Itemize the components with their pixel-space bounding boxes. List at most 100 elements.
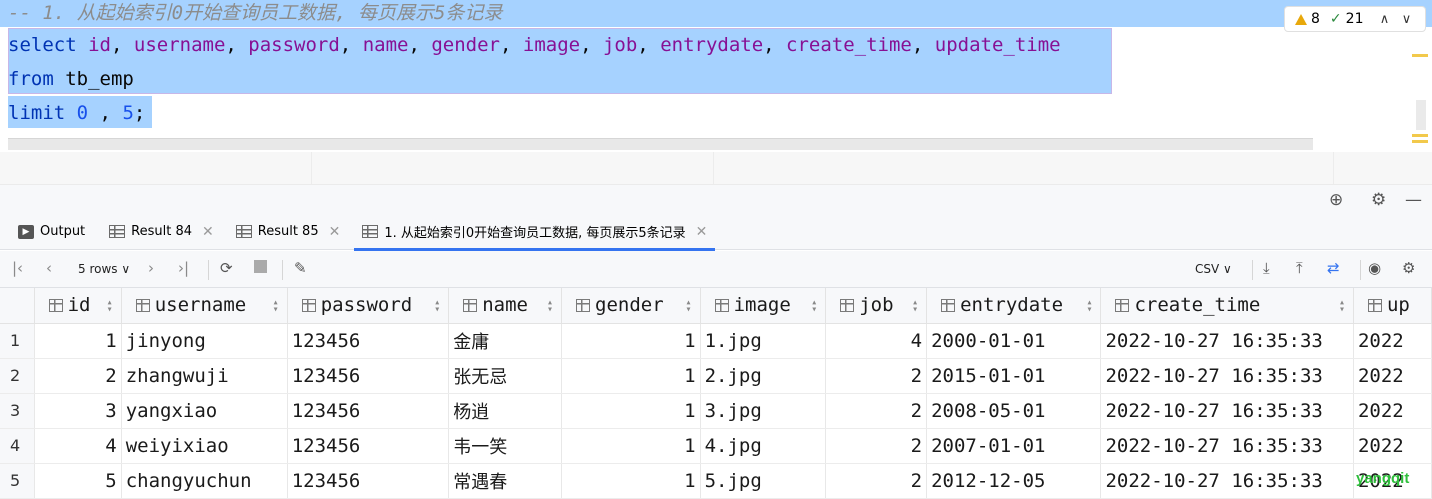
column-header[interactable]: id ▴ ▾: [34, 288, 122, 324]
table-row[interactable]: 5 5 changyuchun 123456 常遇春 1 5.jpg 2 2012-12-05 2…: [0, 463, 1432, 499]
compare-icon[interactable]: ⇄: [1327, 259, 1340, 277]
sql-editor[interactable]: -- 1. 从起始索引0开始查询员工数据, 每页展示5条记录 select id…: [0, 0, 1432, 152]
table-cell[interactable]: 1: [561, 428, 701, 464]
table-cell[interactable]: zhangwuji: [121, 358, 288, 394]
column-header[interactable]: entrydate ▴ ▾: [926, 288, 1102, 324]
vertical-scrollbar[interactable]: [1416, 100, 1426, 130]
table-cell[interactable]: 2022: [1353, 393, 1432, 429]
table-cell[interactable]: 2022-10-27 16:35:33: [1100, 393, 1354, 429]
table-row[interactable]: 1 1 jinyong 123456 金庸 1 1.jpg 4 2000-01-01 2022-1…: [0, 323, 1432, 359]
table-cell[interactable]: 4: [825, 323, 928, 359]
upload-icon[interactable]: ⤒: [1296, 259, 1303, 277]
table-cell[interactable]: 2000-01-01: [926, 323, 1102, 359]
table-cell[interactable]: 1: [561, 358, 701, 394]
table-cell[interactable]: 2.jpg: [700, 358, 827, 394]
sort-icon[interactable]: ▴ ▾: [547, 298, 553, 315]
sort-icon[interactable]: ▴ ▾: [434, 298, 440, 315]
table-cell[interactable]: 2: [825, 393, 928, 429]
next-problem-icon[interactable]: ∨: [1397, 12, 1415, 27]
table-cell[interactable]: 3: [34, 393, 122, 429]
table-row[interactable]: 3 3 yangxiao 123456 杨逍 1 3.jpg 2 2008-05-01 2022-…: [0, 393, 1432, 429]
table-row[interactable]: 2 2 zhangwuji 123456 张无忌 1 2.jpg 2 2015-01-01 202…: [0, 358, 1432, 394]
pin-icon[interactable]: ✎: [294, 259, 307, 277]
sql-limit-line[interactable]: limit 0 , 5;: [8, 101, 145, 125]
table-cell[interactable]: 2022-10-27 16:35:33: [1100, 428, 1354, 464]
table-cell[interactable]: yangxiao: [121, 393, 288, 429]
sort-icon[interactable]: ▴ ▾: [912, 298, 918, 315]
column-header[interactable]: username ▴ ▾: [121, 288, 288, 324]
close-icon[interactable]: ✕: [202, 224, 214, 240]
column-header[interactable]: password ▴ ▾: [287, 288, 450, 324]
table-cell[interactable]: 2007-01-01: [926, 428, 1102, 464]
table-cell[interactable]: 2022: [1353, 358, 1432, 394]
column-header[interactable]: gender ▴ ▾: [561, 288, 701, 324]
table-cell[interactable]: 2: [34, 358, 122, 394]
table-cell[interactable]: 5.jpg: [700, 463, 827, 499]
table-cell[interactable]: 4.jpg: [700, 428, 827, 464]
table-cell[interactable]: 4: [34, 428, 122, 464]
sort-icon[interactable]: ▴ ▾: [107, 298, 113, 315]
tab-output[interactable]: ▶ Output: [10, 214, 93, 250]
table-cell[interactable]: 2022: [1353, 428, 1432, 464]
column-header[interactable]: job ▴ ▾: [825, 288, 928, 324]
table-cell[interactable]: 123456: [287, 463, 450, 499]
previous-page-icon[interactable]: ‹: [46, 259, 52, 277]
inspection-widget[interactable]: 8 ✓ 21 ∧ ∨: [1284, 6, 1426, 32]
table-cell[interactable]: 2: [825, 428, 928, 464]
horizontal-scrollbar[interactable]: [8, 138, 1313, 150]
table-cell[interactable]: 1: [561, 323, 701, 359]
table-cell[interactable]: 1: [34, 323, 122, 359]
column-header[interactable]: create_time ▴ ▾: [1100, 288, 1354, 324]
sort-icon[interactable]: ▴ ▾: [1086, 298, 1092, 315]
refresh-icon[interactable]: ⟳: [220, 259, 233, 277]
close-icon[interactable]: ✕: [329, 224, 341, 240]
error-stripe-marker[interactable]: [1412, 134, 1428, 137]
table-cell[interactable]: 2012-12-05: [926, 463, 1102, 499]
table-cell[interactable]: 2022-10-27 16:35:33: [1100, 463, 1354, 499]
tab-result-85[interactable]: Result 85 ✕: [228, 214, 349, 250]
table-cell[interactable]: 常遇春: [448, 463, 563, 499]
table-cell[interactable]: 123456: [287, 358, 450, 394]
table-cell[interactable]: 1.jpg: [700, 323, 827, 359]
sql-from-line[interactable]: from tb_emp: [8, 67, 134, 91]
table-cell[interactable]: 1: [561, 463, 701, 499]
first-page-icon[interactable]: |‹: [12, 259, 23, 277]
column-header[interactable]: name ▴ ▾: [448, 288, 563, 324]
download-icon[interactable]: ⤓: [1263, 259, 1270, 277]
table-cell[interactable]: 2022-10-27 16:35:33: [1100, 323, 1354, 359]
table-cell[interactable]: 123456: [287, 323, 450, 359]
table-cell[interactable]: 1: [561, 393, 701, 429]
eye-icon[interactable]: ◉: [1368, 259, 1381, 277]
tab-result-84[interactable]: Result 84 ✕: [101, 214, 222, 250]
sort-icon[interactable]: ▴ ▾: [1339, 298, 1345, 315]
table-cell[interactable]: 2: [825, 358, 928, 394]
table-cell[interactable]: 2: [825, 463, 928, 499]
column-header[interactable]: up: [1353, 288, 1432, 324]
table-cell[interactable]: 2022: [1353, 323, 1432, 359]
table-cell[interactable]: jinyong: [121, 323, 288, 359]
table-cell[interactable]: 韦一笑: [448, 428, 563, 464]
next-page-icon[interactable]: ›: [148, 259, 154, 277]
gear-icon[interactable]: ⚙: [1371, 190, 1386, 210]
table-cell[interactable]: 2022-10-27 16:35:33: [1100, 358, 1354, 394]
gear-icon[interactable]: ⚙: [1402, 259, 1415, 277]
close-icon[interactable]: ✕: [696, 224, 708, 240]
table-cell[interactable]: 123456: [287, 428, 450, 464]
sql-select-line[interactable]: select id, username, password, name, gen…: [8, 33, 1061, 57]
table-cell[interactable]: 2015-01-01: [926, 358, 1102, 394]
page-size-select[interactable]: 5 rows ∨: [78, 262, 130, 276]
last-page-icon[interactable]: ›|: [178, 259, 189, 277]
table-cell[interactable]: 123456: [287, 393, 450, 429]
error-stripe-marker[interactable]: [1412, 54, 1428, 57]
table-row[interactable]: 4 4 weiyixiao 123456 韦一笑 1 4.jpg 2 2007-01-01 202…: [0, 428, 1432, 464]
export-format-select[interactable]: CSV ∨: [1195, 262, 1232, 276]
table-cell[interactable]: 张无忌: [448, 358, 563, 394]
crosshair-icon[interactable]: ⊕: [1329, 190, 1343, 210]
table-cell[interactable]: weiyixiao: [121, 428, 288, 464]
result-grid[interactable]: id ▴ ▾ username ▴ ▾ password ▴ ▾ name ▴ ▾ gender ▴ ▾ im…: [0, 288, 1432, 499]
column-header[interactable]: image ▴ ▾: [700, 288, 827, 324]
sort-icon[interactable]: ▴ ▾: [273, 298, 279, 315]
sort-icon[interactable]: ▴ ▾: [811, 298, 817, 315]
error-stripe-marker[interactable]: [1412, 140, 1428, 143]
table-cell[interactable]: 2008-05-01: [926, 393, 1102, 429]
